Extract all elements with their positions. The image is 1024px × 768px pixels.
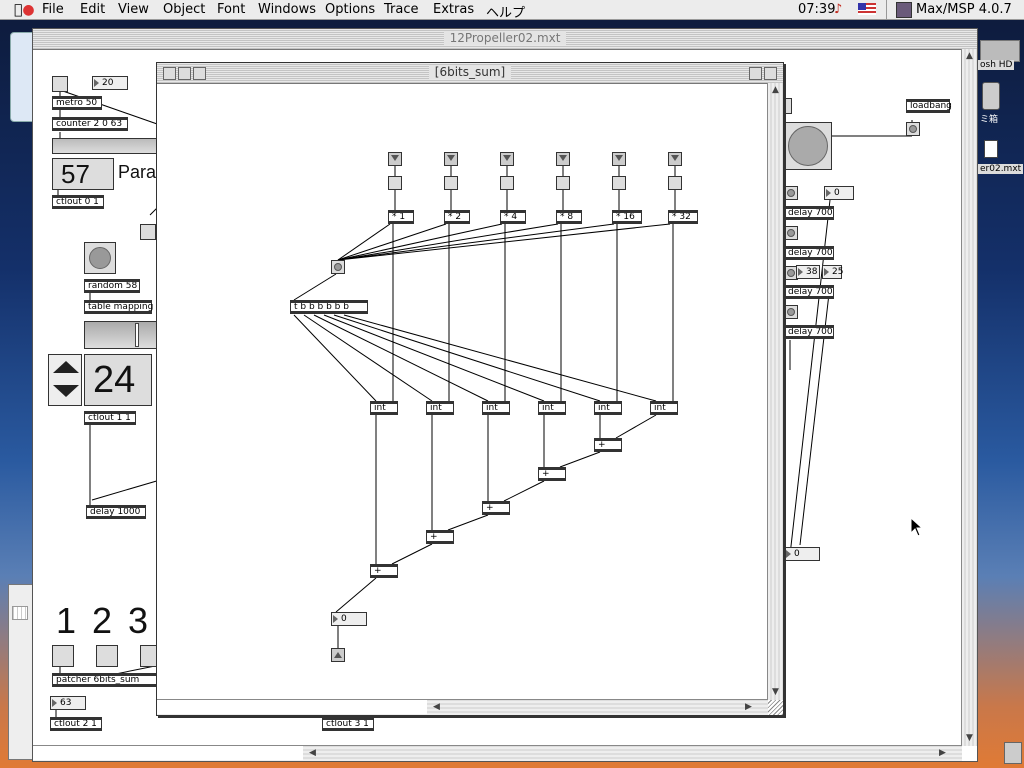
toggle-bit-5[interactable] [612,176,626,190]
add-object-5[interactable]: + [594,438,622,452]
multiply-1-object[interactable]: * 1 [388,210,414,224]
inlet-1[interactable] [388,152,402,166]
toggle-bit-4[interactable] [556,176,570,190]
result-number-box[interactable]: 0 [331,612,367,626]
multiply-4-object[interactable]: * 4 [500,210,526,224]
bang-trigger[interactable] [331,260,345,274]
multiply-32-object[interactable]: * 32 [668,210,698,224]
trigger-object[interactable]: t b b b b b b [290,300,368,314]
outlet-icon[interactable] [331,648,345,662]
toggle-bit-6[interactable] [668,176,682,190]
add-object-1[interactable]: + [370,564,398,578]
toggle-bit-1[interactable] [388,176,402,190]
add-object-2[interactable]: + [426,530,454,544]
int-object-1[interactable]: int [370,401,398,415]
multiply-16-object[interactable]: * 16 [612,210,642,224]
inlet-3[interactable] [500,152,514,166]
add-object-4[interactable]: + [538,467,566,481]
int-object-5[interactable]: int [594,401,622,415]
subpatcher-patch-cords [293,166,676,648]
int-object-6[interactable]: int [650,401,678,415]
multiply-8-object[interactable]: * 8 [556,210,582,224]
inlet-4[interactable] [556,152,570,166]
add-object-3[interactable]: + [482,501,510,515]
multiply-2-object[interactable]: * 2 [444,210,470,224]
inlet-2[interactable] [444,152,458,166]
int-object-3[interactable]: int [482,401,510,415]
int-object-4[interactable]: int [538,401,566,415]
toggle-bit-2[interactable] [444,176,458,190]
int-object-2[interactable]: int [426,401,454,415]
inlet-6[interactable] [668,152,682,166]
inlet-5[interactable] [612,152,626,166]
toggle-bit-3[interactable] [500,176,514,190]
